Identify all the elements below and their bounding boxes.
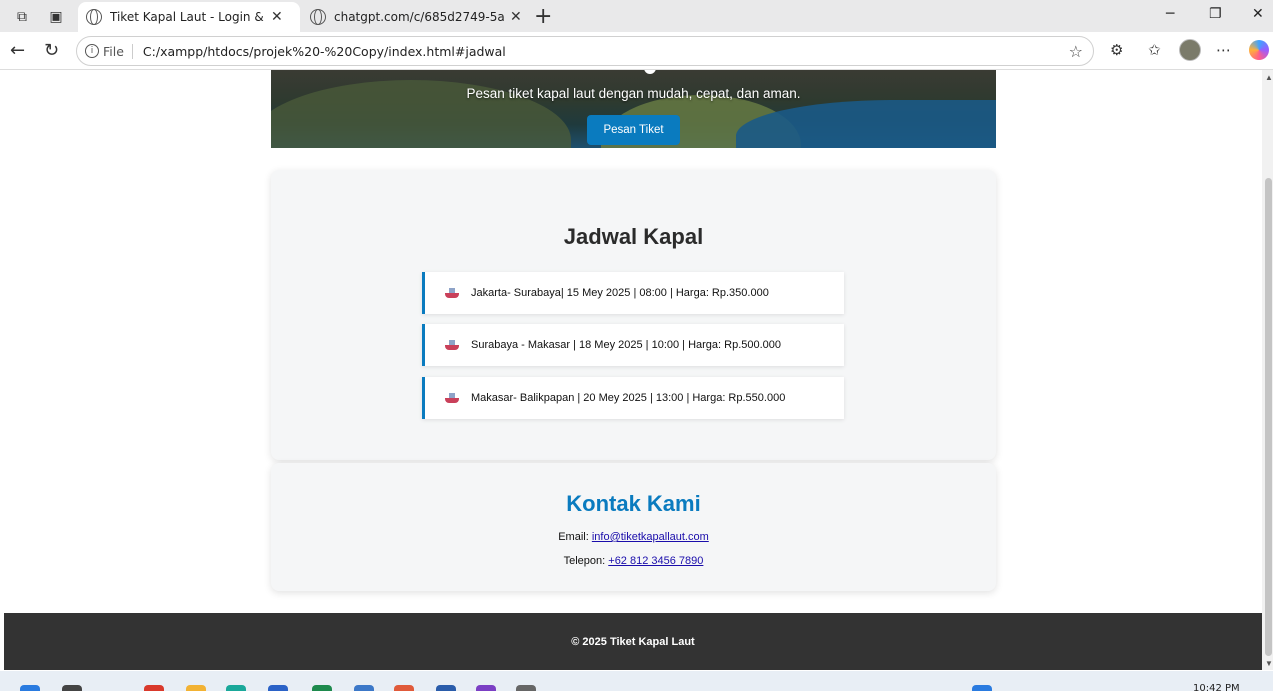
hero-banner: Pesan tiket kapal laut dengan mudah, cep…: [271, 70, 996, 148]
schedule-text: Makasar- Balikpapan | 20 Mey 2025 | 13:0…: [471, 392, 786, 404]
app-icon[interactable]: [394, 685, 414, 691]
schedule-item: Jakarta- Surabaya| 15 Mey 2025 | 08:00 |…: [422, 272, 844, 314]
hero-subtitle: Pesan tiket kapal laut dengan mudah, cep…: [466, 86, 801, 101]
schedule-text: Surabaya - Makasar | 18 Mey 2025 | 10:00…: [471, 339, 782, 351]
start-icon[interactable]: [20, 685, 40, 691]
address-bar[interactable]: i File C:/xampp/htdocs/projek%20-%20Copy…: [76, 36, 1094, 66]
footer-text: © 2025 Tiket Kapal Laut: [571, 635, 695, 648]
refresh-icon[interactable]: ↻: [44, 40, 59, 61]
pesan-tiket-button[interactable]: Pesan Tiket: [587, 115, 680, 145]
tab-chatgpt[interactable]: chatgpt.com/c/685d2749-5a9c-80 ✕: [302, 2, 526, 32]
more-menu-icon[interactable]: ⋯: [1216, 41, 1231, 59]
file-explorer-icon[interactable]: [186, 685, 206, 691]
kontak-section: Kontak Kami Email: info@tiketkapallaut.c…: [271, 463, 996, 591]
page-viewport: Pesan tiket kapal laut dengan mudah, cep…: [4, 70, 1262, 670]
widget-icon[interactable]: [972, 685, 992, 691]
scrollbar-thumb[interactable]: [1265, 178, 1272, 656]
tab-tiket-kapal[interactable]: Tiket Kapal Laut - Login & Dashbo ✕: [78, 2, 300, 32]
app-icon[interactable]: [268, 685, 288, 691]
app-icon[interactable]: [354, 685, 374, 691]
search-icon[interactable]: [62, 685, 82, 691]
schedule-text: Jakarta- Surabaya| 15 Mey 2025 | 08:00 |…: [471, 287, 769, 299]
globe-icon: [310, 9, 326, 25]
workspaces-icon[interactable]: ⧉: [14, 8, 30, 24]
app-icon[interactable]: [516, 685, 536, 691]
scroll-up-icon[interactable]: ▲: [1265, 73, 1273, 82]
ship-icon: [445, 393, 459, 403]
app-icon[interactable]: [144, 685, 164, 691]
jadwal-section: Jadwal Kapal Jakarta- Surabaya| 15 Mey 2…: [271, 170, 996, 460]
browser-tab-bar: ⧉ ▣ Tiket Kapal Laut - Login & Dashbo ✕ …: [0, 0, 1273, 32]
tab-actions-icon[interactable]: ▣: [48, 8, 64, 24]
app-icon[interactable]: [476, 685, 496, 691]
phone-link[interactable]: +62 812 3456 7890: [608, 555, 703, 567]
tab-title: Tiket Kapal Laut - Login & Dashbo: [110, 10, 265, 24]
app-icon[interactable]: [436, 685, 456, 691]
page-footer: © 2025 Tiket Kapal Laut: [4, 613, 1262, 670]
close-tab-icon[interactable]: ✕: [271, 9, 283, 25]
new-tab-button[interactable]: +: [534, 4, 552, 29]
favorite-star-icon[interactable]: ☆: [1069, 42, 1083, 61]
email-label: Email:: [558, 531, 589, 543]
phone-label: Telepon:: [563, 555, 606, 567]
minimize-icon[interactable]: ─: [1166, 6, 1174, 22]
back-icon[interactable]: ←: [10, 40, 25, 61]
email-line: Email: info@tiketkapallaut.com: [271, 531, 996, 543]
close-tab-icon[interactable]: ✕: [510, 9, 522, 25]
ship-icon: [445, 340, 459, 350]
os-taskbar: 10:42 PM: [0, 671, 1273, 691]
edge-icon[interactable]: [226, 685, 246, 691]
phone-line: Telepon: +62 812 3456 7890: [271, 555, 996, 567]
app-icon[interactable]: [312, 685, 332, 691]
jadwal-title: Jadwal Kapal: [563, 224, 704, 249]
restore-icon[interactable]: ❐: [1209, 6, 1222, 22]
profile-avatar[interactable]: [1179, 39, 1201, 61]
kontak-title: Kontak Kami: [566, 491, 701, 516]
extensions-icon[interactable]: ⚙: [1110, 41, 1123, 59]
favorites-icon[interactable]: ✩: [1148, 41, 1161, 59]
globe-icon: [86, 9, 102, 25]
info-icon[interactable]: i: [85, 44, 99, 58]
copilot-icon[interactable]: [1249, 40, 1269, 60]
schedule-item: Makasar- Balikpapan | 20 Mey 2025 | 13:0…: [422, 377, 844, 419]
file-scheme-label: File: [103, 43, 133, 59]
url-text[interactable]: C:/xampp/htdocs/projek%20-%20Copy/index.…: [143, 44, 506, 59]
tab-title: chatgpt.com/c/685d2749-5a9c-80: [334, 10, 504, 24]
taskbar-clock: 10:42 PM: [1193, 683, 1240, 691]
schedule-item: Surabaya - Makasar | 18 Mey 2025 | 10:00…: [422, 324, 844, 366]
ship-icon: [445, 288, 459, 298]
browser-toolbar: ← ↻ i File C:/xampp/htdocs/projek%20-%20…: [0, 32, 1273, 70]
close-window-icon[interactable]: ✕: [1252, 6, 1264, 22]
email-link[interactable]: info@tiketkapallaut.com: [592, 531, 709, 543]
scroll-down-icon[interactable]: ▼: [1265, 659, 1273, 668]
